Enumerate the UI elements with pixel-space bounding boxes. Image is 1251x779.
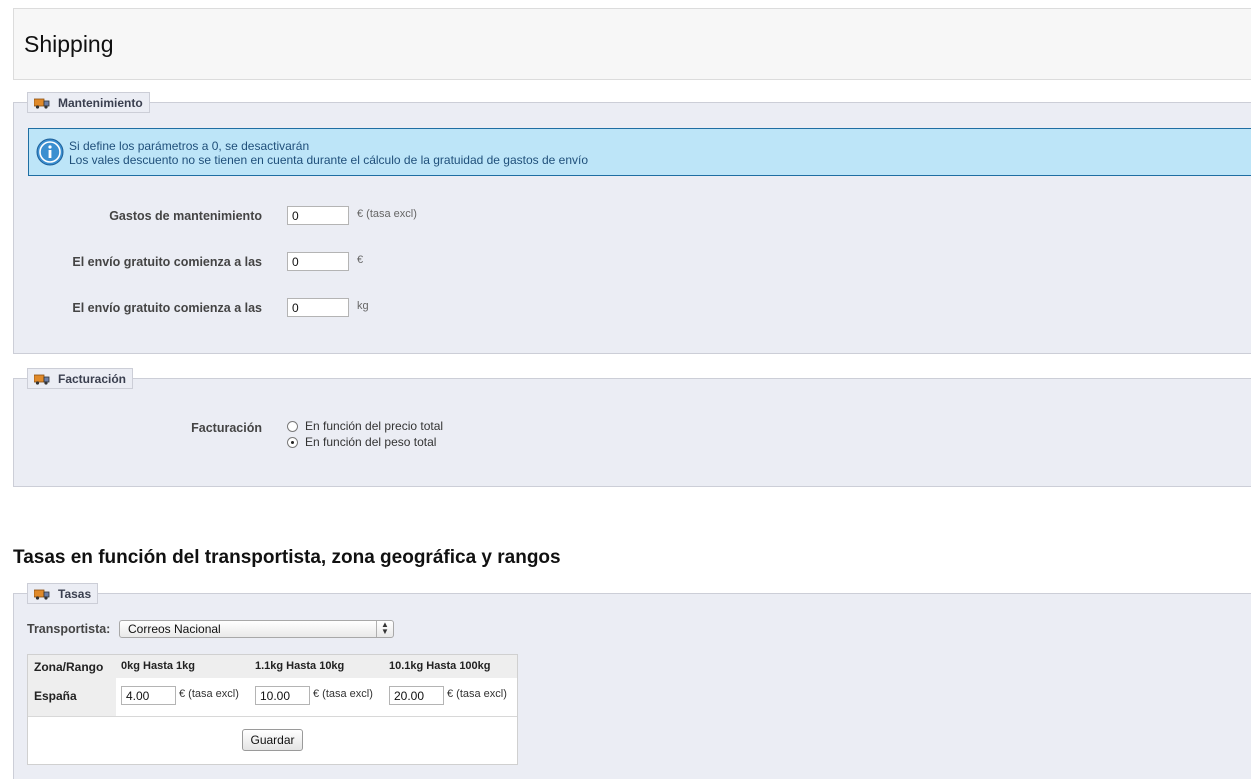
billing-legend: Facturación [27,368,134,389]
column-range-3: 10.1kg Hasta 100kg [389,660,491,672]
rates-table-header: Zona/Rango 0kg Hasta 1kg 1.1kg Hasta 10k… [28,655,517,678]
billing-legend-label: Facturación [58,371,127,386]
rate-suffix-range-2: € (tasa excl) [313,688,373,700]
billing-option-price[interactable]: En función del precio total [287,419,443,433]
select-arrows-icon: ▲ ▼ [376,621,393,637]
rates-section-title: Tasas en función del transportista, zona… [13,547,561,568]
page-header: Shipping [13,8,1251,80]
rates-table: Zona/Rango 0kg Hasta 1kg 1.1kg Hasta 10k… [27,654,518,765]
rate-input-range-3[interactable] [389,686,444,705]
info-icon [36,138,64,166]
fees-legend-label: Tasas [58,586,92,601]
truck-icon [34,374,50,385]
zone-cell: España [28,678,116,716]
column-range-2: 1.1kg Hasta 10kg [255,660,345,672]
rate-input-range-1[interactable] [121,686,176,705]
carrier-select-value: Correos Nacional [128,622,221,636]
free-shipping-weight-suffix: kg [357,300,369,312]
rate-suffix-range-3: € (tasa excl) [447,688,507,700]
free-shipping-weight-label: El envío gratuito comienza a las [72,301,262,315]
page-title: Shipping [24,31,114,57]
handling-legend-label: Mantenimiento [58,95,143,110]
billing-option-price-label: En función del precio total [305,419,444,433]
carrier-label: Transportista: [27,622,111,636]
rates-table-divider [28,716,517,717]
billing-option-weight-label: En función del peso total [305,435,437,449]
info-message: Si define los parámetros a 0, se desacti… [28,128,1251,176]
column-zone-range: Zona/Rango [34,660,104,674]
free-shipping-weight-input[interactable] [287,298,349,317]
zone-name: España [34,689,77,703]
truck-icon [34,98,50,109]
rate-suffix-range-1: € (tasa excl) [179,688,239,700]
handling-legend: Mantenimiento [27,92,150,113]
carrier-select[interactable]: Correos Nacional ▲ ▼ [119,620,394,638]
billing-fieldset: Facturación Facturación En función del p… [13,368,1251,487]
free-shipping-price-suffix: € [357,254,364,266]
handling-fee-label: Gastos de mantenimiento [109,209,262,223]
column-range-1: 0kg Hasta 1kg [121,660,195,672]
billing-option-weight[interactable]: En función del peso total [287,435,436,449]
info-line-2: Los vales descuento no se tienen en cuen… [69,153,589,167]
handling-fee-suffix: € (tasa excl) [357,208,417,220]
billing-radio-weight[interactable] [287,436,298,448]
fees-legend: Tasas [27,583,99,604]
truck-icon [34,589,50,600]
billing-label: Facturación [191,421,262,435]
billing-radio-price[interactable] [287,420,298,432]
rate-input-range-2[interactable] [255,686,310,705]
free-shipping-price-input[interactable] [287,252,349,271]
free-shipping-price-label: El envío gratuito comienza a las [72,255,262,269]
handling-fee-input[interactable] [287,206,349,225]
handling-fieldset: Mantenimiento Si define los parámetros a… [13,92,1251,354]
save-button[interactable]: Guardar [242,729,303,751]
info-line-1: Si define los parámetros a 0, se desacti… [69,139,310,153]
